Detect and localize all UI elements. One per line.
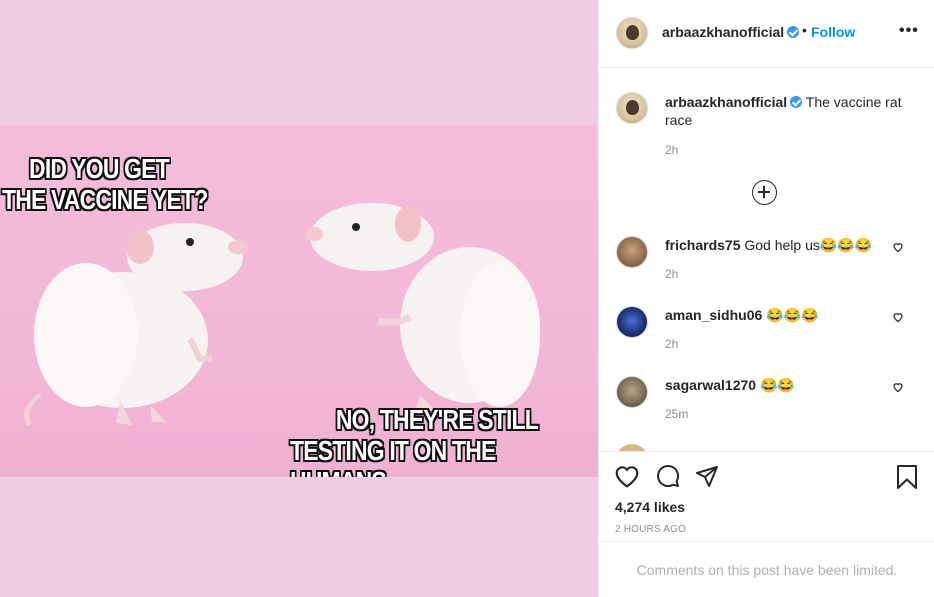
caption-username[interactable]: arbaazkhanofficial	[665, 94, 803, 110]
caption: arbaazkhanofficial The vaccine rat race	[665, 93, 905, 129]
meme-top-caption: DID YOU GET THE VACCINE YET?	[2, 153, 248, 215]
commenter-avatar[interactable]	[616, 236, 648, 268]
commenter-username[interactable]: frichards75	[665, 237, 740, 253]
header-separator: •	[802, 22, 807, 38]
comment-item: frichards75 God help us😂😂😂 2h	[599, 236, 934, 296]
follow-button[interactable]: Follow	[811, 24, 855, 40]
caption-avatar[interactable]	[616, 92, 648, 124]
comment-body: God help us😂😂😂	[744, 237, 873, 253]
comment-bubble-icon[interactable]	[655, 464, 681, 488]
comment-timestamp[interactable]: 2h	[665, 337, 678, 351]
meme-bottom-line2: TESTING IT ON THE HUMANS.	[290, 435, 496, 477]
post-image[interactable]: DID YOU GET THE VACCINE YET? NO, THEY'RE…	[0, 0, 598, 597]
commenter-avatar[interactable]	[616, 306, 648, 338]
meme-bottom-caption: NO, THEY'RE STILL TESTING IT ON THE HUMA…	[290, 404, 598, 477]
caption-username-text[interactable]: arbaazkhanofficial	[665, 94, 787, 110]
author-avatar[interactable]	[616, 17, 648, 49]
author-username-text[interactable]: arbaazkhanofficial	[662, 24, 784, 40]
more-options-icon[interactable]: •••	[899, 22, 921, 42]
meme-top-line1: DID YOU GET	[29, 153, 170, 184]
post-header: arbaazkhanofficial • Follow •••	[599, 0, 934, 68]
plus-circle-icon[interactable]	[752, 180, 777, 205]
author-username[interactable]: arbaazkhanofficial	[662, 24, 800, 40]
bookmark-icon[interactable]	[895, 464, 919, 490]
comment-body: 😂😂	[759, 377, 795, 393]
meme-top-line2: THE VACCINE YET?	[2, 184, 208, 215]
commenter-username[interactable]: sagarwal1270	[665, 377, 756, 393]
verified-badge-icon	[787, 26, 800, 38]
caption-timestamp[interactable]: 2h	[665, 143, 678, 157]
post-actions: 4,274 likes 2 HOURS AGO	[599, 451, 934, 541]
comment-timestamp[interactable]: 2h	[665, 267, 678, 281]
comment-text: frichards75 God help us😂😂😂	[665, 236, 885, 254]
commenter-username[interactable]: aman_sidhu06	[665, 307, 762, 323]
verified-badge-icon	[790, 96, 803, 108]
left-rat	[24, 223, 248, 427]
right-rat	[305, 203, 540, 415]
comment-text: sagarwal1270 😂😂	[665, 376, 885, 394]
commenter-avatar[interactable]	[616, 444, 648, 451]
heart-icon[interactable]	[892, 241, 904, 253]
heart-icon[interactable]	[892, 381, 904, 393]
commenter-avatar[interactable]	[616, 376, 648, 408]
comments-list[interactable]: arbaazkhanofficial The vaccine rat race …	[599, 69, 934, 451]
comments-limited-notice: Comments on this post have been limited.	[599, 541, 934, 597]
comment-item: aman_sidhu06 😂😂😂 2h	[599, 306, 934, 366]
meme-scene: DID YOU GET THE VACCINE YET? NO, THEY'RE…	[0, 125, 598, 477]
post-sidebar: arbaazkhanofficial • Follow ••• arbaazkh…	[598, 0, 934, 597]
heart-icon[interactable]	[614, 464, 640, 488]
comment-item: sagarwal1270 😂😂 25m	[599, 376, 934, 436]
post-timestamp[interactable]: 2 HOURS AGO	[615, 524, 686, 535]
paper-plane-icon[interactable]	[695, 464, 719, 488]
meme-bottom-line1: NO, THEY'RE STILL	[335, 404, 539, 435]
heart-icon[interactable]	[892, 311, 904, 323]
comment-timestamp[interactable]: 25m	[665, 407, 688, 421]
comment-text: aman_sidhu06 😂😂😂	[665, 306, 885, 324]
comment-body: 😂😂😂	[766, 307, 819, 323]
likes-count[interactable]: 4,274 likes	[615, 499, 685, 515]
